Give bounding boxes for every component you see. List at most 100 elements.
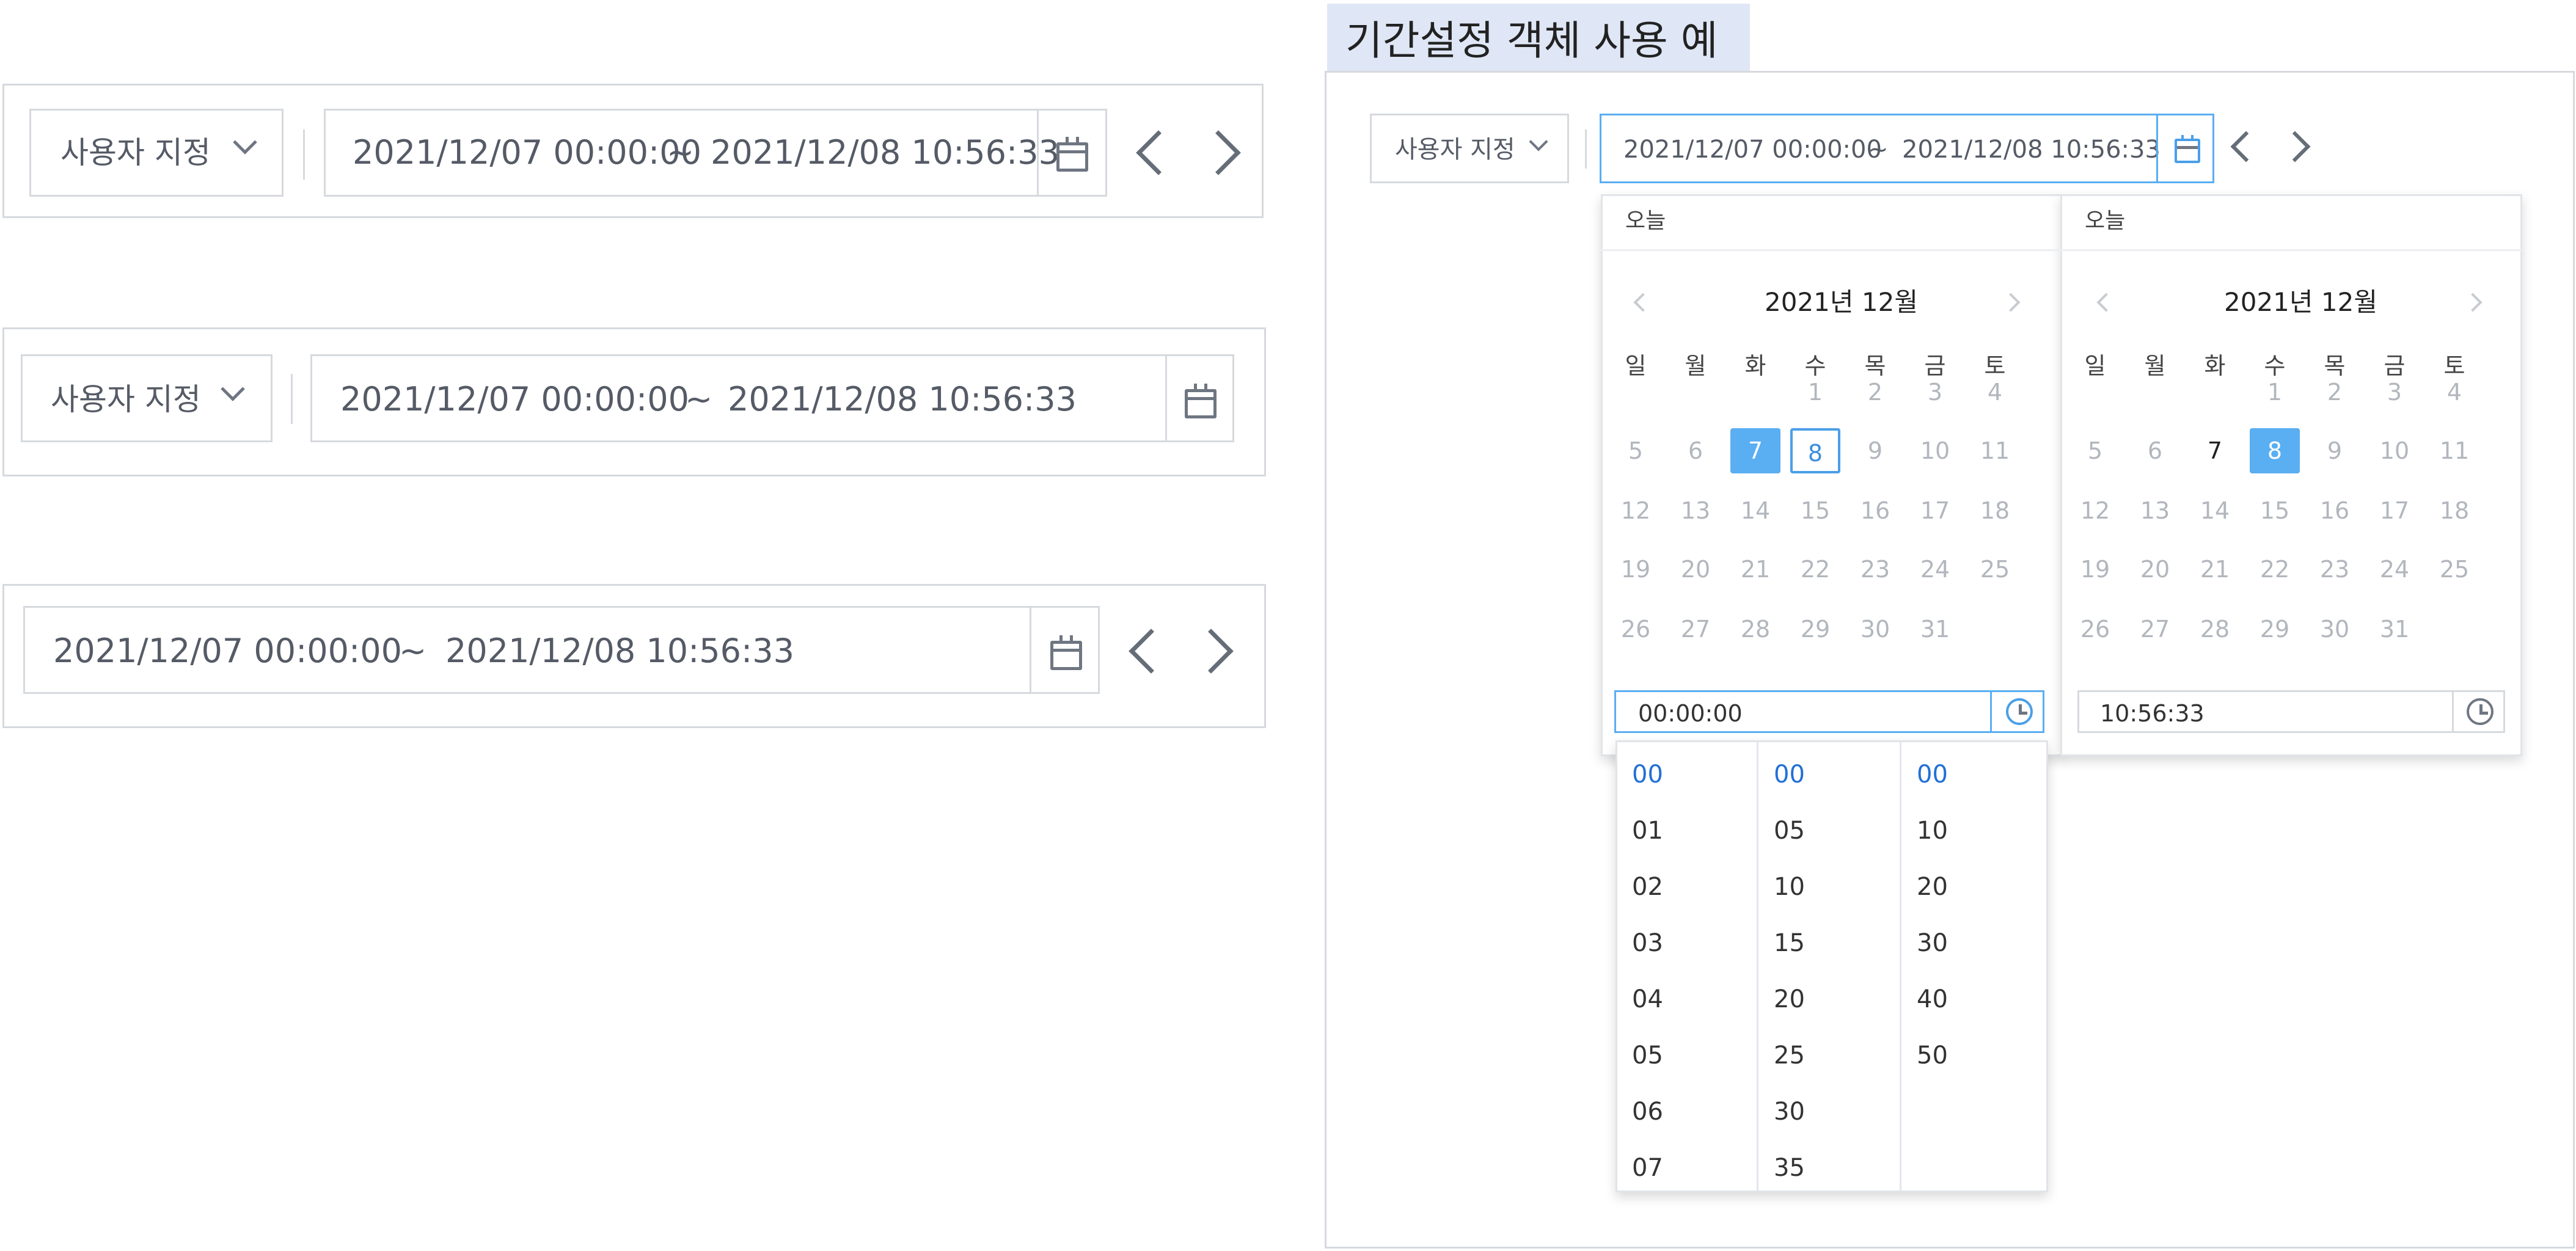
time-input[interactable]: 10:56:33 — [2077, 690, 2505, 733]
calendar-day[interactable]: 18 — [2429, 488, 2479, 533]
calendar-day[interactable]: 9 — [1850, 428, 1900, 473]
calendar-day[interactable]: 18 — [1970, 488, 2020, 533]
calendar-day[interactable]: 24 — [1910, 547, 1960, 592]
calendar-day[interactable]: 23 — [2310, 547, 2360, 592]
time-option[interactable]: 25 — [1774, 1041, 1805, 1070]
calendar-icon[interactable] — [1050, 635, 1082, 670]
calendar-day[interactable]: 29 — [2250, 607, 2300, 652]
calendar-icon[interactable] — [1185, 384, 1217, 418]
calendar-day[interactable]: 30 — [1850, 607, 1900, 652]
previous-period-button[interactable] — [2219, 120, 2262, 175]
time-input[interactable]: 00:00:00 — [1614, 690, 2044, 733]
time-option[interactable]: 00 — [1632, 760, 1663, 789]
time-option[interactable]: 10 — [1917, 817, 1948, 845]
preset-dropdown[interactable]: 사용자 지정 — [21, 354, 273, 442]
chevron-left-icon[interactable] — [2096, 293, 2116, 312]
calendar-day[interactable]: 26 — [1611, 607, 1661, 652]
calendar-day[interactable]: 29 — [1790, 607, 1840, 652]
calendar-day[interactable]: 15 — [1790, 488, 1840, 533]
time-option[interactable]: 30 — [1917, 929, 1948, 957]
calendar-day[interactable]: 19 — [1611, 547, 1661, 592]
preset-dropdown[interactable]: 사용자 지정 — [29, 109, 284, 197]
calendar-day[interactable]: 1 — [1790, 370, 1840, 415]
calendar-day[interactable]: 17 — [2369, 488, 2420, 533]
calendar-day[interactable]: 4 — [1970, 370, 2020, 415]
calendar-day[interactable]: 23 — [1850, 547, 1900, 592]
time-option[interactable]: 40 — [1917, 985, 1948, 1013]
calendar-day[interactable]: 10 — [1910, 428, 1960, 473]
calendar-day[interactable]: 24 — [2369, 547, 2420, 592]
date-range-input[interactable]: 2021/12/07 00:00:00 ~ 2021/12/08 10:56:3… — [1600, 114, 2214, 183]
time-option[interactable]: 05 — [1774, 817, 1805, 845]
next-period-button[interactable] — [2279, 120, 2318, 175]
calendar-day[interactable]: 12 — [2070, 488, 2120, 533]
time-option[interactable]: 15 — [1774, 929, 1805, 957]
calendar-day[interactable]: 4 — [2429, 370, 2479, 415]
time-option[interactable]: 20 — [1917, 873, 1948, 901]
time-option[interactable]: 04 — [1632, 985, 1663, 1013]
calendar-day[interactable]: 15 — [2250, 488, 2300, 533]
calendar-day[interactable]: 16 — [2310, 488, 2360, 533]
time-option[interactable]: 00 — [1774, 760, 1805, 789]
calendar-day[interactable]: 21 — [2190, 547, 2240, 592]
calendar-day[interactable]: 14 — [2190, 488, 2240, 533]
calendar-day[interactable]: 2 — [1850, 370, 1900, 415]
calendar-day[interactable]: 31 — [1910, 607, 1960, 652]
time-option[interactable]: 50 — [1917, 1041, 1948, 1070]
calendar-day[interactable]: 6 — [2130, 428, 2180, 473]
calendar-day[interactable]: 14 — [1730, 488, 1780, 533]
time-option[interactable]: 07 — [1632, 1154, 1663, 1182]
time-option[interactable]: 03 — [1632, 929, 1663, 957]
previous-period-button[interactable] — [1121, 119, 1181, 186]
next-period-button[interactable] — [1188, 617, 1240, 684]
time-option[interactable]: 35 — [1774, 1154, 1805, 1182]
calendar-day[interactable]: 3 — [1910, 370, 1960, 415]
calendar-day[interactable]: 10 — [2369, 428, 2420, 473]
time-option[interactable]: 00 — [1917, 760, 1948, 789]
calendar-day[interactable]: 9 — [2310, 428, 2360, 473]
calendar-icon[interactable] — [1056, 137, 1088, 172]
calendar-day[interactable]: 31 — [2369, 607, 2420, 652]
calendar-day[interactable]: 6 — [1670, 428, 1721, 473]
calendar-day[interactable]: 8 — [2250, 428, 2300, 473]
time-option[interactable]: 02 — [1632, 873, 1663, 901]
calendar-day[interactable]: 5 — [1611, 428, 1661, 473]
calendar-day[interactable]: 11 — [2429, 428, 2479, 473]
calendar-day[interactable]: 27 — [1670, 607, 1721, 652]
calendar-day[interactable]: 22 — [1790, 547, 1840, 592]
calendar-day[interactable]: 27 — [2130, 607, 2180, 652]
calendar-day[interactable]: 2 — [2310, 370, 2360, 415]
calendar-day[interactable]: 8 — [1790, 428, 1840, 473]
date-range-input[interactable]: 2021/12/07 00:00:00 ~ 2021/12/08 10:56:3… — [310, 354, 1234, 442]
calendar-day[interactable]: 13 — [2130, 488, 2180, 533]
calendar-day[interactable]: 20 — [1670, 547, 1721, 592]
time-option[interactable]: 06 — [1632, 1098, 1663, 1126]
calendar-day[interactable]: 28 — [2190, 607, 2240, 652]
time-option[interactable]: 20 — [1774, 985, 1805, 1013]
calendar-day[interactable]: 12 — [1611, 488, 1661, 533]
time-option[interactable]: 10 — [1774, 873, 1805, 901]
calendar-icon[interactable] — [2175, 135, 2200, 163]
calendar-day[interactable]: 11 — [1970, 428, 2020, 473]
calendar-day[interactable]: 19 — [2070, 547, 2120, 592]
chevron-right-icon[interactable] — [2001, 293, 2021, 312]
calendar-day[interactable]: 20 — [2130, 547, 2180, 592]
date-range-input[interactable]: 2021/12/07 00:00:00 ~ 2021/12/08 10:56:3… — [324, 109, 1107, 197]
calendar-day[interactable]: 3 — [2369, 370, 2420, 415]
calendar-day[interactable]: 17 — [1910, 488, 1960, 533]
today-link[interactable]: 오늘 — [2085, 210, 2125, 232]
calendar-day[interactable]: 30 — [2310, 607, 2360, 652]
previous-period-button[interactable] — [1113, 617, 1174, 684]
calendar-day[interactable]: 7 — [1730, 428, 1780, 473]
time-option[interactable]: 01 — [1632, 817, 1663, 845]
calendar-day[interactable]: 13 — [1670, 488, 1721, 533]
calendar-day[interactable]: 22 — [2250, 547, 2300, 592]
time-option[interactable]: 30 — [1774, 1098, 1805, 1126]
today-link[interactable]: 오늘 — [1625, 210, 1666, 232]
date-range-input[interactable]: 2021/12/07 00:00:00 ~ 2021/12/08 10:56:3… — [23, 606, 1100, 694]
clock-icon[interactable] — [2467, 698, 2494, 725]
time-option[interactable]: 05 — [1632, 1041, 1663, 1070]
next-period-button[interactable] — [1196, 119, 1248, 186]
calendar-day[interactable]: 25 — [1970, 547, 2020, 592]
calendar-day[interactable]: 26 — [2070, 607, 2120, 652]
